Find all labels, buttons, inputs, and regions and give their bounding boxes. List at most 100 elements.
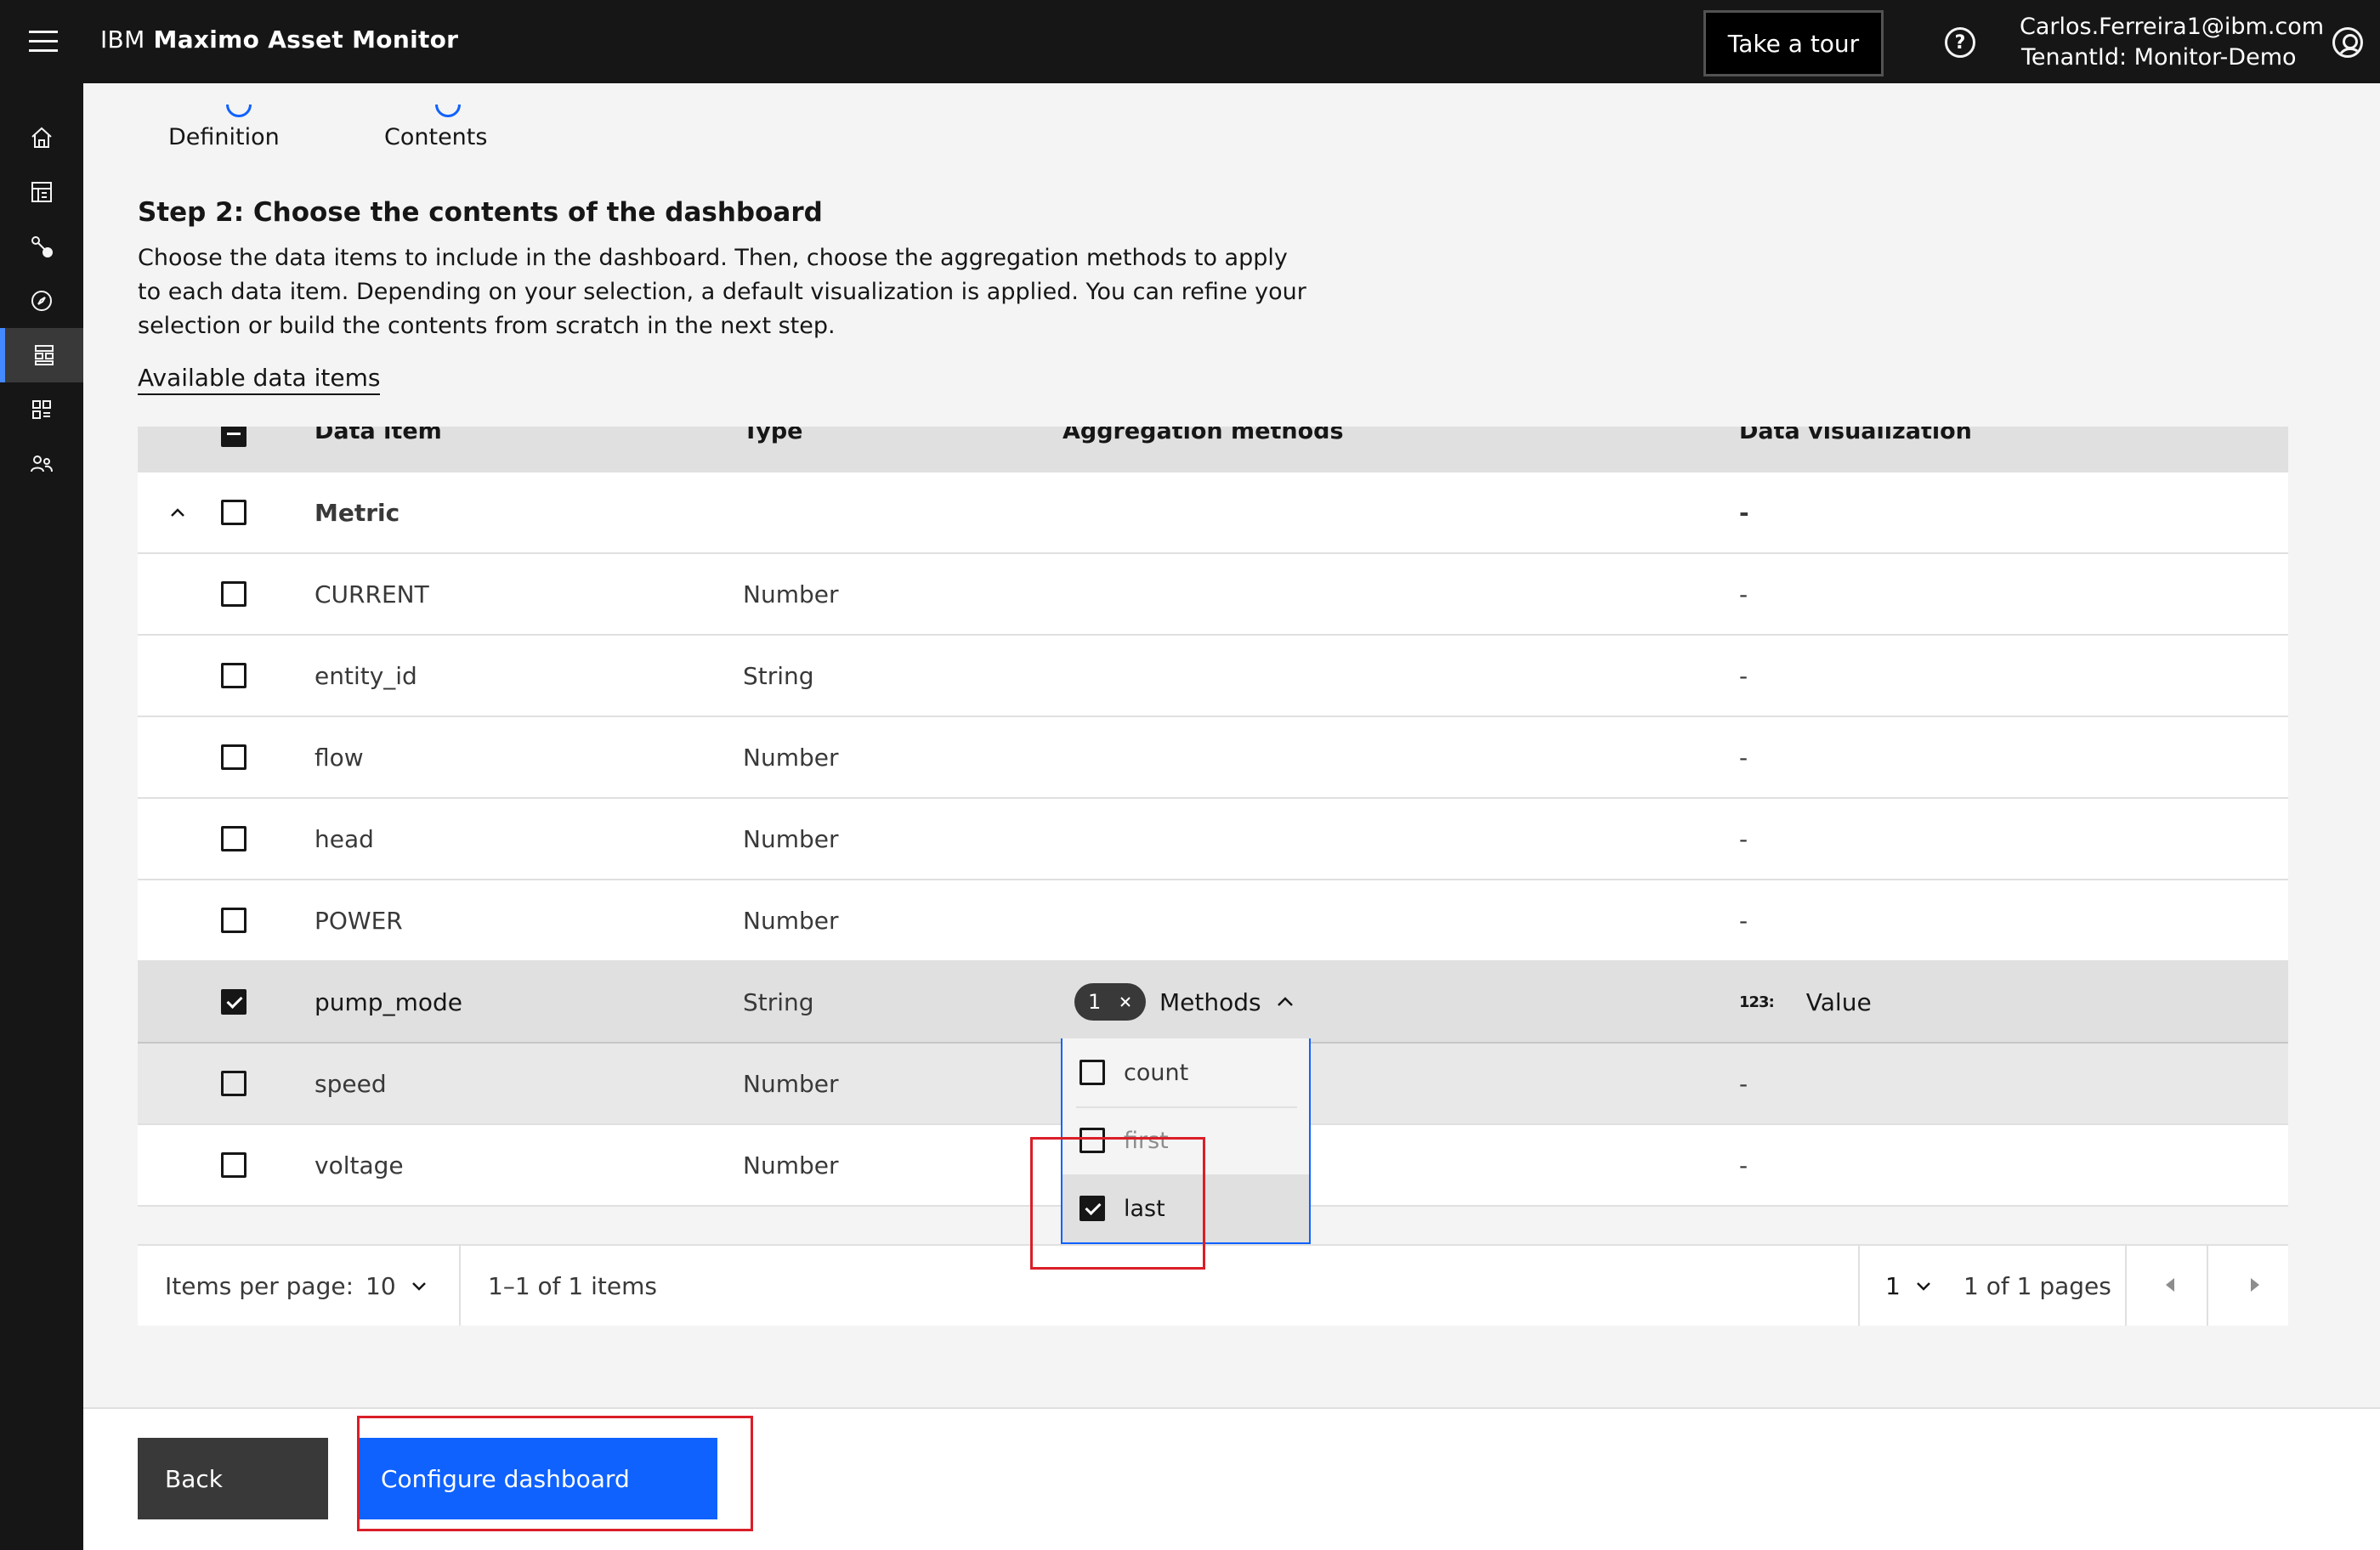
row-visualization: - <box>1739 743 1748 772</box>
clear-selection-icon[interactable] <box>1119 995 1132 1009</box>
table-row[interactable]: flow Number - <box>138 717 2288 799</box>
step-definition-indicator <box>226 105 252 117</box>
group-visualization: - <box>1739 498 1749 527</box>
step-contents-indicator <box>435 105 461 117</box>
chevron-down-icon <box>1916 1282 1930 1291</box>
row-checkbox[interactable] <box>221 581 246 607</box>
row-checkbox[interactable] <box>221 744 246 770</box>
row-visualization: - <box>1739 580 1748 608</box>
menu-icon[interactable] <box>29 31 58 53</box>
product-name: Maximo Asset Monitor <box>153 25 459 54</box>
items-per-page-label: Items per page: <box>165 1271 354 1300</box>
row-type: String <box>743 987 814 1016</box>
table-row[interactable]: entity_id String - <box>138 636 2288 717</box>
option-checkbox[interactable] <box>1080 1060 1105 1085</box>
items-per-page-value: 10 <box>366 1271 396 1300</box>
table-header: Data item Type Aggregation methods Data … <box>138 427 2288 472</box>
row-checkbox[interactable] <box>221 826 246 851</box>
row-data-item: CURRENT <box>314 580 429 608</box>
row-checkbox[interactable] <box>221 908 246 933</box>
compass-icon[interactable] <box>0 274 83 328</box>
methods-label: Methods <box>1159 987 1261 1016</box>
highlight-box-configure-button <box>357 1416 753 1531</box>
apps-icon[interactable] <box>0 382 83 437</box>
row-type: Number <box>743 824 839 853</box>
row-data-item: flow <box>314 743 364 772</box>
chevron-up-icon[interactable] <box>1277 996 1294 1008</box>
dashboard-builder-icon[interactable] <box>0 328 83 382</box>
items-per-page-select[interactable]: 10 <box>366 1246 427 1326</box>
row-type: String <box>743 661 814 690</box>
row-data-item: voltage <box>314 1151 404 1179</box>
brand-prefix: IBM <box>100 25 145 54</box>
step-contents-label[interactable]: Contents <box>384 124 487 150</box>
page-description: Choose the data items to include in the … <box>138 245 1306 339</box>
take-a-tour-button[interactable]: Take a tour <box>1703 10 1884 76</box>
page-value: 1 <box>1885 1271 1901 1300</box>
table-pagination: Items per page: 10 1–1 of 1 items 1 1 of… <box>138 1244 2288 1326</box>
select-all-checkbox[interactable] <box>221 427 246 447</box>
dashboard-icon[interactable] <box>0 165 83 219</box>
row-visualization: - <box>1739 906 1748 935</box>
method-option-count[interactable]: count <box>1062 1038 1309 1106</box>
previous-page-icon[interactable] <box>2166 1278 2174 1292</box>
side-navigation <box>0 83 83 1550</box>
user-email: Carlos.Ferreira1@ibm.com <box>2020 14 2325 40</box>
row-visualization: - <box>1739 661 1748 690</box>
methods-count: 1 <box>1088 990 1102 1014</box>
methods-count-tag[interactable]: 1 <box>1074 983 1146 1021</box>
group-row-metric[interactable]: Metric - <box>138 472 2288 554</box>
table-row[interactable]: head Number - <box>138 799 2288 880</box>
row-type: Number <box>743 743 839 772</box>
row-visualization-cell: 123: Value <box>1739 962 1872 1042</box>
items-range-text: 1–1 of 1 items <box>488 1271 657 1300</box>
group-checkbox[interactable] <box>221 500 246 525</box>
row-data-item: speed <box>314 1069 387 1098</box>
home-icon[interactable] <box>0 110 83 165</box>
user-info[interactable]: Carlos.Ferreira1@ibm.com TenantId: Monit… <box>2020 12 2324 73</box>
row-checkbox[interactable] <box>221 663 246 688</box>
pages-text: 1 of 1 pages <box>1964 1271 2111 1300</box>
row-type: Number <box>743 906 839 935</box>
product-brand[interactable]: IBM Maximo Asset Monitor <box>100 25 458 54</box>
chevron-down-icon <box>411 1282 426 1291</box>
devices-icon[interactable] <box>0 219 83 274</box>
page-title: Step 2: Choose the contents of the dashb… <box>138 197 823 228</box>
row-checkbox[interactable] <box>221 1152 246 1178</box>
collapse-chevron-icon[interactable] <box>170 505 185 520</box>
step-definition-label[interactable]: Definition <box>168 124 280 150</box>
users-icon[interactable] <box>0 437 83 491</box>
row-data-item: pump_mode <box>314 987 462 1016</box>
option-label: count <box>1124 1059 1189 1086</box>
available-data-items-link[interactable]: Available data items <box>138 364 381 395</box>
row-type: Number <box>743 1151 839 1179</box>
row-visualization: - <box>1739 824 1748 853</box>
header-aggregation: Aggregation methods <box>1062 427 1344 444</box>
row-type: Number <box>743 580 839 608</box>
table-row[interactable]: POWER Number - <box>138 880 2288 962</box>
header-visualization: Data visualization <box>1739 427 1972 444</box>
next-page-icon[interactable] <box>2251 1278 2259 1292</box>
row-checkbox-checked[interactable] <box>221 989 246 1015</box>
row-checkbox[interactable] <box>221 1071 246 1096</box>
row-visualization: - <box>1739 1069 1748 1098</box>
user-avatar-icon[interactable] <box>2332 27 2363 58</box>
highlight-box-last-option <box>1030 1137 1205 1270</box>
tenant-id: TenantId: Monitor-Demo <box>2021 44 2297 71</box>
header-data-item[interactable]: Data item <box>314 427 442 444</box>
help-icon[interactable]: ? <box>1945 27 1975 58</box>
top-header: IBM Maximo Asset Monitor Take a tour ? Ca… <box>0 0 2380 83</box>
value-visualization-icon: 123: <box>1739 993 1775 1011</box>
table-row-selected[interactable]: pump_mode String 1 Methods 123: Value <box>138 962 2288 1044</box>
row-visualization: - <box>1739 1151 1748 1179</box>
methods-multiselect[interactable]: 1 Methods <box>1074 962 1294 1042</box>
row-data-item: head <box>314 824 374 853</box>
page-select[interactable]: 1 <box>1885 1246 1931 1326</box>
group-name: Metric <box>314 498 400 527</box>
table-row[interactable]: CURRENT Number - <box>138 554 2288 636</box>
row-data-item: POWER <box>314 906 403 935</box>
back-button[interactable]: Back <box>138 1438 328 1519</box>
row-data-item: entity_id <box>314 661 417 690</box>
header-type[interactable]: Type <box>743 427 802 444</box>
row-visualization: Value <box>1805 987 1872 1016</box>
